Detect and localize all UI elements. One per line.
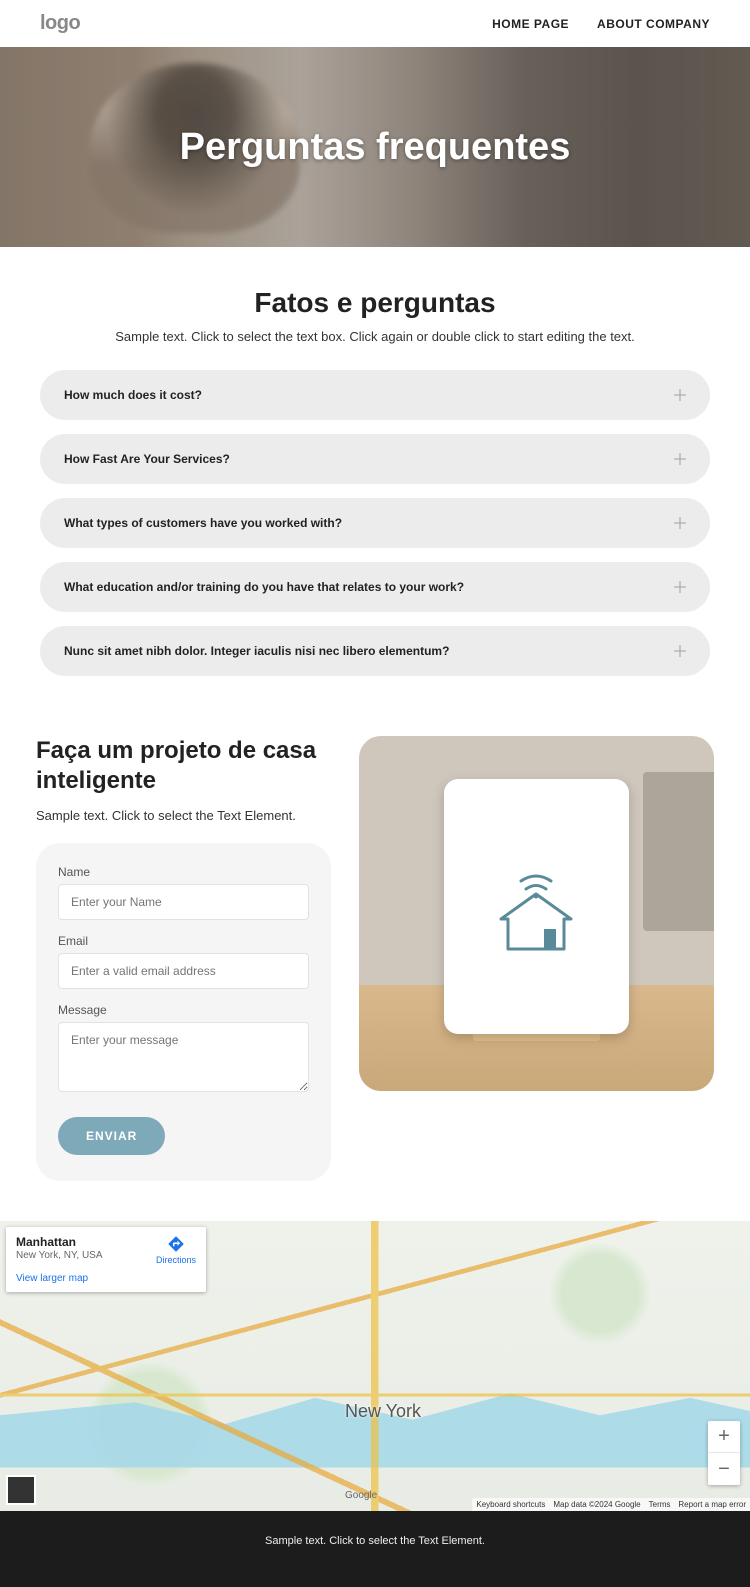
smart-home-image	[359, 736, 714, 1091]
tablet-device	[444, 779, 629, 1035]
plus-icon	[674, 389, 686, 401]
message-input[interactable]	[58, 1022, 309, 1092]
map-card-title: Manhattan	[16, 1235, 103, 1249]
plus-icon	[674, 453, 686, 465]
plus-icon	[674, 581, 686, 593]
view-larger-map-link[interactable]: View larger map	[16, 1273, 196, 1284]
faq-item[interactable]: Nunc sit amet nibh dolor. Integer iaculi…	[40, 626, 710, 676]
project-section: Faça um projeto de casa inteligente Samp…	[0, 726, 750, 1221]
faq-item-label: How Fast Are Your Services?	[64, 452, 230, 466]
email-input[interactable]	[58, 953, 309, 989]
name-label: Name	[58, 865, 309, 879]
directions-label: Directions	[156, 1255, 196, 1265]
terms-link[interactable]: Terms	[649, 1500, 671, 1509]
faq-item-label: What education and/or training do you ha…	[64, 580, 464, 594]
hero: Perguntas frequentes	[0, 47, 750, 247]
project-description: Sample text. Click to select the Text El…	[36, 808, 331, 823]
project-image-column	[359, 736, 714, 1091]
site-header: logo HOME PAGE ABOUT COMPANY	[0, 0, 750, 47]
faq-item[interactable]: What education and/or training do you ha…	[40, 562, 710, 612]
faq-description: Sample text. Click to select the text bo…	[40, 329, 710, 344]
faq-item[interactable]: How much does it cost?	[40, 370, 710, 420]
map-card-subtitle: New York, NY, USA	[16, 1250, 103, 1261]
faq-section: Fatos e perguntas Sample text. Click to …	[0, 247, 750, 726]
map[interactable]: New York Manhattan New York, NY, USA Dir…	[0, 1221, 750, 1511]
hero-title: Perguntas frequentes	[180, 126, 571, 169]
message-label: Message	[58, 1003, 309, 1017]
map-data-label: Map data ©2024 Google	[553, 1500, 640, 1509]
faq-item-label: How much does it cost?	[64, 388, 202, 402]
project-title: Faça um projeto de casa inteligente	[36, 736, 331, 796]
name-input[interactable]	[58, 884, 309, 920]
faq-item-label: Nunc sit amet nibh dolor. Integer iaculi…	[64, 644, 449, 658]
directions-icon	[167, 1235, 185, 1253]
map-zoom-controls: + −	[708, 1421, 740, 1485]
submit-button[interactable]: ENVIAR	[58, 1117, 165, 1155]
nav-about[interactable]: ABOUT COMPANY	[597, 17, 710, 31]
plus-icon	[674, 645, 686, 657]
email-label: Email	[58, 934, 309, 948]
map-info-card: Manhattan New York, NY, USA Directions V…	[6, 1227, 206, 1292]
map-city-label: New York	[345, 1401, 421, 1422]
plus-icon	[674, 517, 686, 529]
zoom-in-button[interactable]: +	[708, 1421, 740, 1453]
google-logo: Google	[345, 1490, 377, 1501]
footer-text: Sample text. Click to select the Text El…	[12, 1535, 738, 1547]
nav-home[interactable]: HOME PAGE	[492, 17, 569, 31]
report-error-link[interactable]: Report a map error	[678, 1500, 746, 1509]
logo[interactable]: logo	[40, 12, 80, 35]
map-attribution: Keyboard shortcuts Map data ©2024 Google…	[472, 1498, 750, 1511]
satellite-toggle[interactable]	[6, 1475, 36, 1505]
faq-title: Fatos e perguntas	[40, 287, 710, 319]
project-form-column: Faça um projeto de casa inteligente Samp…	[36, 736, 331, 1181]
faq-item-label: What types of customers have you worked …	[64, 516, 342, 530]
contact-form: Name Email Message ENVIAR	[36, 843, 331, 1181]
faq-item[interactable]: How Fast Are Your Services?	[40, 434, 710, 484]
smart-house-icon	[486, 849, 586, 964]
zoom-out-button[interactable]: −	[708, 1453, 740, 1485]
main-nav: HOME PAGE ABOUT COMPANY	[492, 17, 710, 31]
directions-button[interactable]: Directions	[156, 1235, 196, 1265]
faq-accordion: How much does it cost? How Fast Are Your…	[40, 370, 710, 676]
site-footer: Sample text. Click to select the Text El…	[0, 1511, 750, 1587]
faq-item[interactable]: What types of customers have you worked …	[40, 498, 710, 548]
keyboard-shortcuts-link[interactable]: Keyboard shortcuts	[476, 1500, 545, 1509]
